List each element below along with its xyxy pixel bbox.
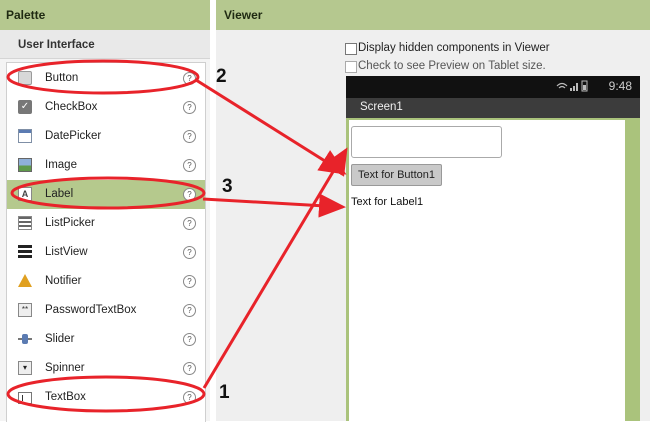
palette-item-listpicker[interactable]: ListPicker ? bbox=[7, 209, 205, 238]
palette-item-label-component[interactable]: A Label ? bbox=[7, 180, 205, 209]
palette-item-label: Button bbox=[45, 72, 79, 84]
status-bar: 9:48 bbox=[346, 76, 640, 98]
help-icon[interactable]: ? bbox=[183, 101, 196, 114]
help-icon[interactable]: ? bbox=[183, 72, 196, 85]
status-time: 9:48 bbox=[608, 79, 632, 93]
signal-battery-icon bbox=[556, 80, 590, 95]
help-icon[interactable]: ? bbox=[183, 217, 196, 230]
palette-item-label: ListView bbox=[45, 246, 88, 258]
palette-item-label: Label bbox=[45, 188, 74, 200]
palette-item-label: DatePicker bbox=[45, 130, 102, 142]
screen-canvas[interactable]: Text for Button1 Text for Label1 bbox=[349, 120, 625, 421]
textbox1-component[interactable] bbox=[351, 126, 502, 158]
palette-item-passwordtextbox[interactable]: ** PasswordTextBox ? bbox=[7, 296, 205, 325]
palette-item-slider[interactable]: Slider ? bbox=[7, 325, 205, 354]
listview-icon bbox=[18, 245, 32, 258]
annotation-number-3: 3 bbox=[222, 176, 233, 197]
palette-list: Button ? ✓ CheckBox ? DatePicker ? Image… bbox=[6, 62, 206, 422]
viewer-title: Viewer bbox=[216, 0, 650, 30]
button-icon bbox=[18, 71, 32, 85]
textbox-icon bbox=[18, 392, 32, 404]
screen-title: Screen1 bbox=[360, 101, 403, 113]
palette-item-label: Slider bbox=[45, 333, 75, 345]
notifier-icon bbox=[18, 274, 32, 287]
help-icon[interactable]: ? bbox=[183, 333, 196, 346]
option-hidden-label: Display hidden components in Viewer bbox=[358, 42, 550, 54]
palette-item-listview[interactable]: ListView ? bbox=[7, 238, 205, 267]
help-icon[interactable]: ? bbox=[183, 130, 196, 143]
palette-item-spinner[interactable]: ▾ Spinner ? bbox=[7, 354, 205, 383]
section-user-interface[interactable]: User Interface bbox=[0, 30, 210, 59]
palette-item-label: PasswordTextBox bbox=[45, 304, 137, 316]
slider-icon bbox=[18, 332, 32, 346]
palette-item-label: Image bbox=[45, 159, 77, 171]
help-icon[interactable]: ? bbox=[183, 159, 196, 172]
palette-item-notifier[interactable]: Notifier ? bbox=[7, 267, 205, 296]
palette-item-label: TextBox bbox=[45, 391, 86, 403]
help-icon[interactable]: ? bbox=[183, 188, 196, 201]
label1-component[interactable]: Text for Label1 bbox=[351, 196, 423, 208]
button1-component[interactable]: Text for Button1 bbox=[351, 164, 442, 186]
palette-item-datepicker[interactable]: DatePicker ? bbox=[7, 122, 205, 151]
help-icon[interactable]: ? bbox=[183, 304, 196, 317]
checkbox-icon: ✓ bbox=[18, 100, 32, 114]
palette-item-label: Spinner bbox=[45, 362, 85, 374]
option-tablet-label: Check to see Preview on Tablet size. bbox=[358, 60, 546, 72]
phone-preview: 9:48 Screen1 Text for Button1 Text for L… bbox=[346, 76, 640, 421]
help-icon[interactable]: ? bbox=[183, 246, 196, 259]
palette-item-label: ListPicker bbox=[45, 217, 95, 229]
palette-item-label: Notifier bbox=[45, 275, 82, 287]
datepicker-icon bbox=[18, 129, 32, 143]
image-icon bbox=[18, 158, 32, 172]
label-icon: A bbox=[18, 187, 32, 201]
screen-title-bar: Screen1 bbox=[346, 98, 640, 118]
listpicker-icon bbox=[18, 216, 32, 230]
palette-item-checkbox[interactable]: ✓ CheckBox ? bbox=[7, 93, 205, 122]
palette-item-label: CheckBox bbox=[45, 101, 98, 113]
palette-title: Palette bbox=[0, 0, 210, 30]
hidden-components-checkbox[interactable] bbox=[345, 43, 357, 55]
passwordtextbox-icon: ** bbox=[18, 303, 32, 317]
help-icon[interactable]: ? bbox=[183, 275, 196, 288]
tablet-preview-checkbox[interactable] bbox=[345, 61, 357, 73]
palette-item-textbox[interactable]: TextBox ? bbox=[7, 383, 205, 412]
help-icon[interactable]: ? bbox=[183, 391, 196, 404]
palette-panel: Palette User Interface Button ? ✓ CheckB… bbox=[0, 0, 210, 422]
annotation-number-2: 2 bbox=[216, 66, 227, 87]
annotation-number-1: 1 bbox=[219, 382, 230, 403]
palette-item-button[interactable]: Button ? bbox=[7, 64, 205, 93]
palette-item-image[interactable]: Image ? bbox=[7, 151, 205, 180]
spinner-icon: ▾ bbox=[18, 361, 32, 375]
help-icon[interactable]: ? bbox=[183, 362, 196, 375]
